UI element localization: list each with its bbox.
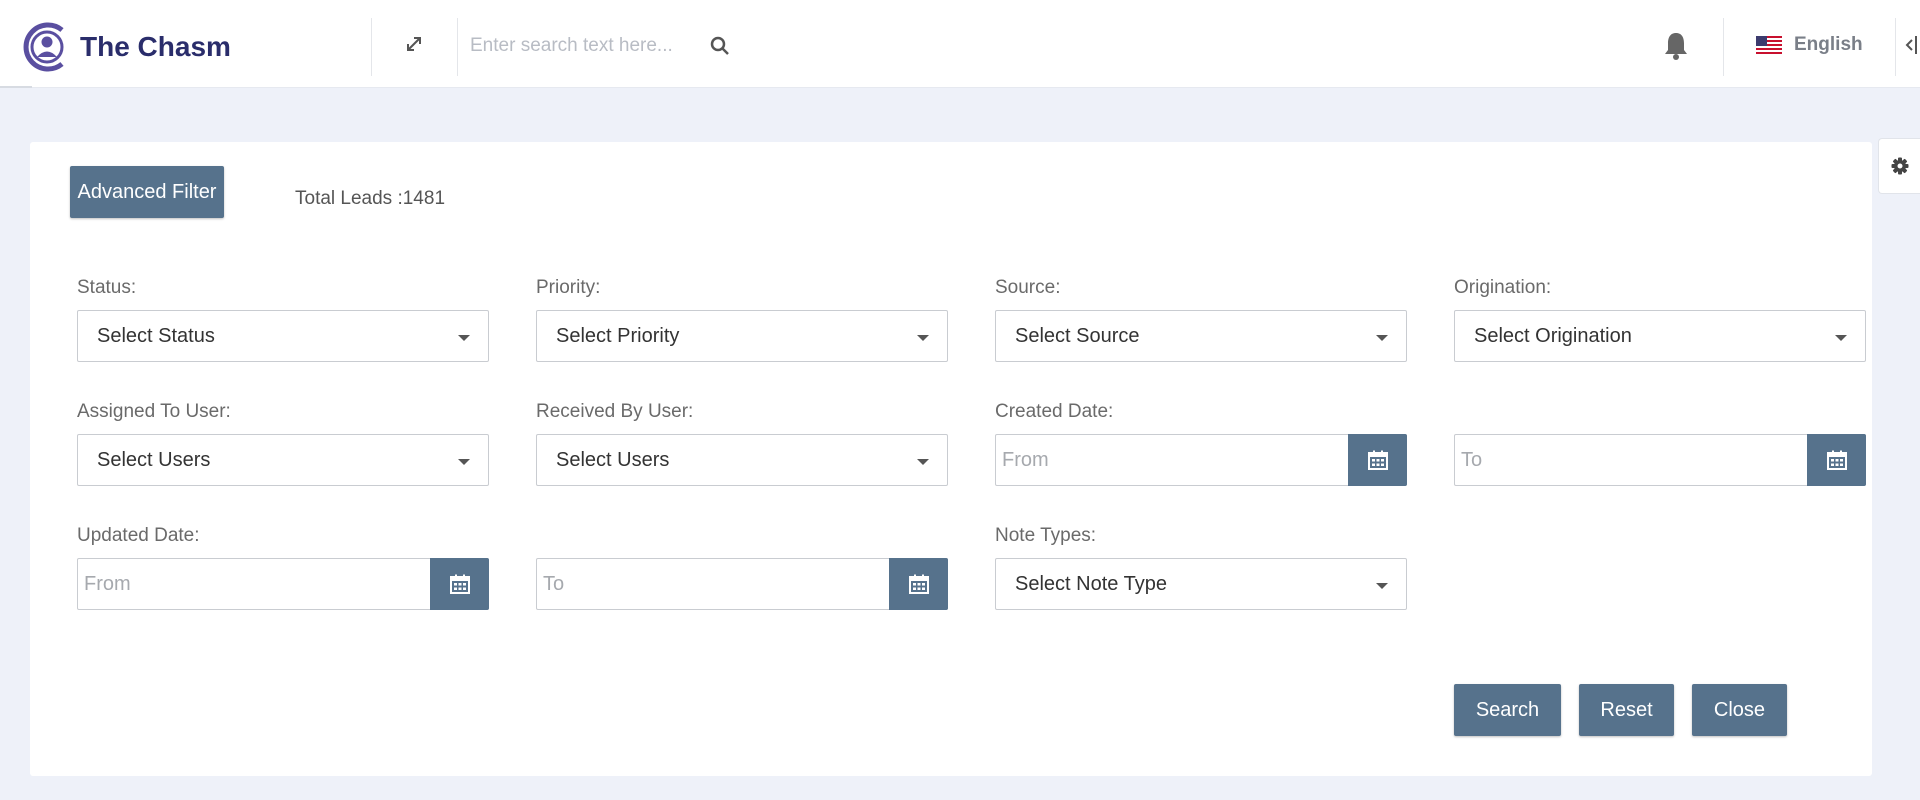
created-date-from-input[interactable] — [996, 435, 1348, 485]
chevron-down-icon — [1376, 583, 1388, 589]
chevron-down-icon — [1376, 335, 1388, 341]
status-select-value: Select Status — [97, 324, 215, 347]
top-navbar: The Chasm Englis — [0, 0, 1920, 88]
divider — [1895, 18, 1896, 76]
note-types-select[interactable]: Select Note Type — [995, 558, 1407, 610]
created-date-from — [995, 434, 1407, 486]
calendar-icon — [1367, 450, 1388, 470]
search-icon — [710, 36, 729, 55]
expand-icon — [407, 37, 421, 51]
chevron-down-icon — [458, 459, 470, 465]
brand-logo[interactable]: The Chasm — [22, 20, 231, 74]
calendar-icon — [908, 574, 929, 594]
divider — [371, 18, 372, 76]
divider — [457, 18, 458, 76]
header-search — [470, 28, 732, 64]
settings-toggle[interactable] — [1878, 138, 1920, 194]
search-input[interactable] — [470, 35, 700, 57]
logo-icon — [23, 22, 64, 72]
note-types-label: Note Types: — [995, 525, 1097, 546]
us-flag-icon — [1756, 36, 1782, 54]
origination-select[interactable]: Select Origination — [1454, 310, 1866, 362]
received-by-label: Received By User: — [536, 401, 694, 422]
assigned-to-label: Assigned To User: — [77, 401, 231, 422]
created-date-label: Created Date: — [995, 401, 1114, 422]
calendar-icon — [449, 574, 470, 594]
received-by-select[interactable]: Select Users — [536, 434, 948, 486]
calendar-icon — [1826, 450, 1847, 470]
bell-icon[interactable] — [1662, 30, 1690, 60]
gear-icon — [1891, 157, 1908, 175]
status-select[interactable]: Select Status — [77, 310, 489, 362]
calendar-button[interactable] — [430, 558, 489, 610]
divider — [0, 86, 32, 88]
chevron-down-icon — [458, 335, 470, 341]
received-by-select-value: Select Users — [556, 448, 670, 471]
divider — [1723, 18, 1724, 76]
assigned-to-select[interactable]: Select Users — [77, 434, 489, 486]
source-select[interactable]: Select Source — [995, 310, 1407, 362]
search-button[interactable] — [708, 34, 732, 58]
origination-label: Origination: — [1454, 277, 1552, 298]
created-date-to — [1454, 434, 1866, 486]
close-button[interactable]: Close — [1692, 684, 1787, 736]
chevron-down-icon — [1835, 335, 1847, 341]
source-select-value: Select Source — [1015, 324, 1140, 347]
updated-date-from — [77, 558, 489, 610]
calendar-button[interactable] — [1807, 434, 1866, 486]
filter-panel: Advanced Filter Total Leads :1481 Status… — [30, 142, 1872, 776]
search-button[interactable]: Search — [1454, 684, 1561, 736]
source-label: Source: — [995, 277, 1061, 298]
fullscreen-button[interactable] — [400, 30, 428, 58]
brand-name: The Chasm — [80, 31, 231, 62]
created-date-to-input[interactable] — [1455, 435, 1807, 485]
updated-date-to — [536, 558, 948, 610]
chevron-down-icon — [917, 335, 929, 341]
chevron-down-icon — [917, 459, 929, 465]
updated-date-to-input[interactable] — [537, 559, 889, 609]
language-label: English — [1794, 34, 1863, 55]
calendar-button[interactable] — [1348, 434, 1407, 486]
note-types-select-value: Select Note Type — [1015, 572, 1167, 595]
assigned-to-select-value: Select Users — [97, 448, 211, 471]
priority-select[interactable]: Select Priority — [536, 310, 948, 362]
calendar-button[interactable] — [889, 558, 948, 610]
updated-date-from-input[interactable] — [78, 559, 430, 609]
collapse-icon[interactable] — [1900, 30, 1920, 60]
updated-date-label: Updated Date: — [77, 525, 200, 546]
status-label: Status: — [77, 277, 137, 298]
reset-button[interactable]: Reset — [1579, 684, 1674, 736]
language-selector[interactable]: English — [1756, 30, 1863, 60]
origination-select-value: Select Origination — [1474, 324, 1632, 347]
advanced-filter-button[interactable]: Advanced Filter — [70, 166, 224, 218]
priority-select-value: Select Priority — [556, 324, 680, 347]
total-leads-count: Total Leads :1481 — [295, 188, 446, 209]
priority-label: Priority: — [536, 277, 601, 298]
